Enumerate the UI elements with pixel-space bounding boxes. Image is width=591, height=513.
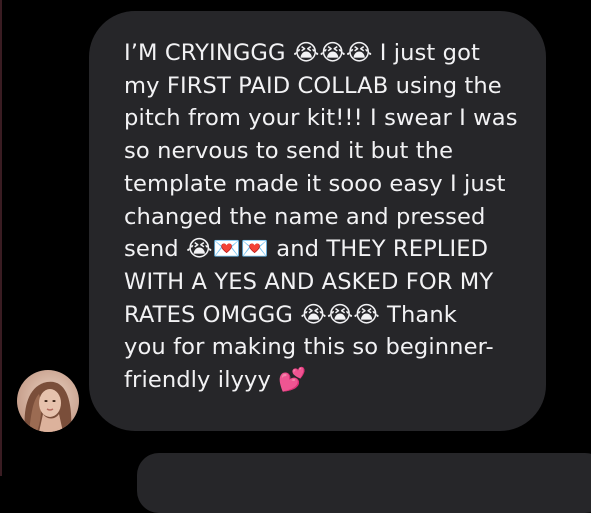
next-message-bubble[interactable]: [137, 453, 591, 513]
left-edge-divider: [0, 0, 2, 476]
sender-avatar[interactable]: [17, 370, 79, 432]
message-text: I’M CRYINGGG 😭😭😭 I just got my FIRST PAI…: [124, 40, 518, 394]
incoming-message-bubble[interactable]: I’M CRYINGGG 😭😭😭 I just got my FIRST PAI…: [89, 11, 546, 431]
